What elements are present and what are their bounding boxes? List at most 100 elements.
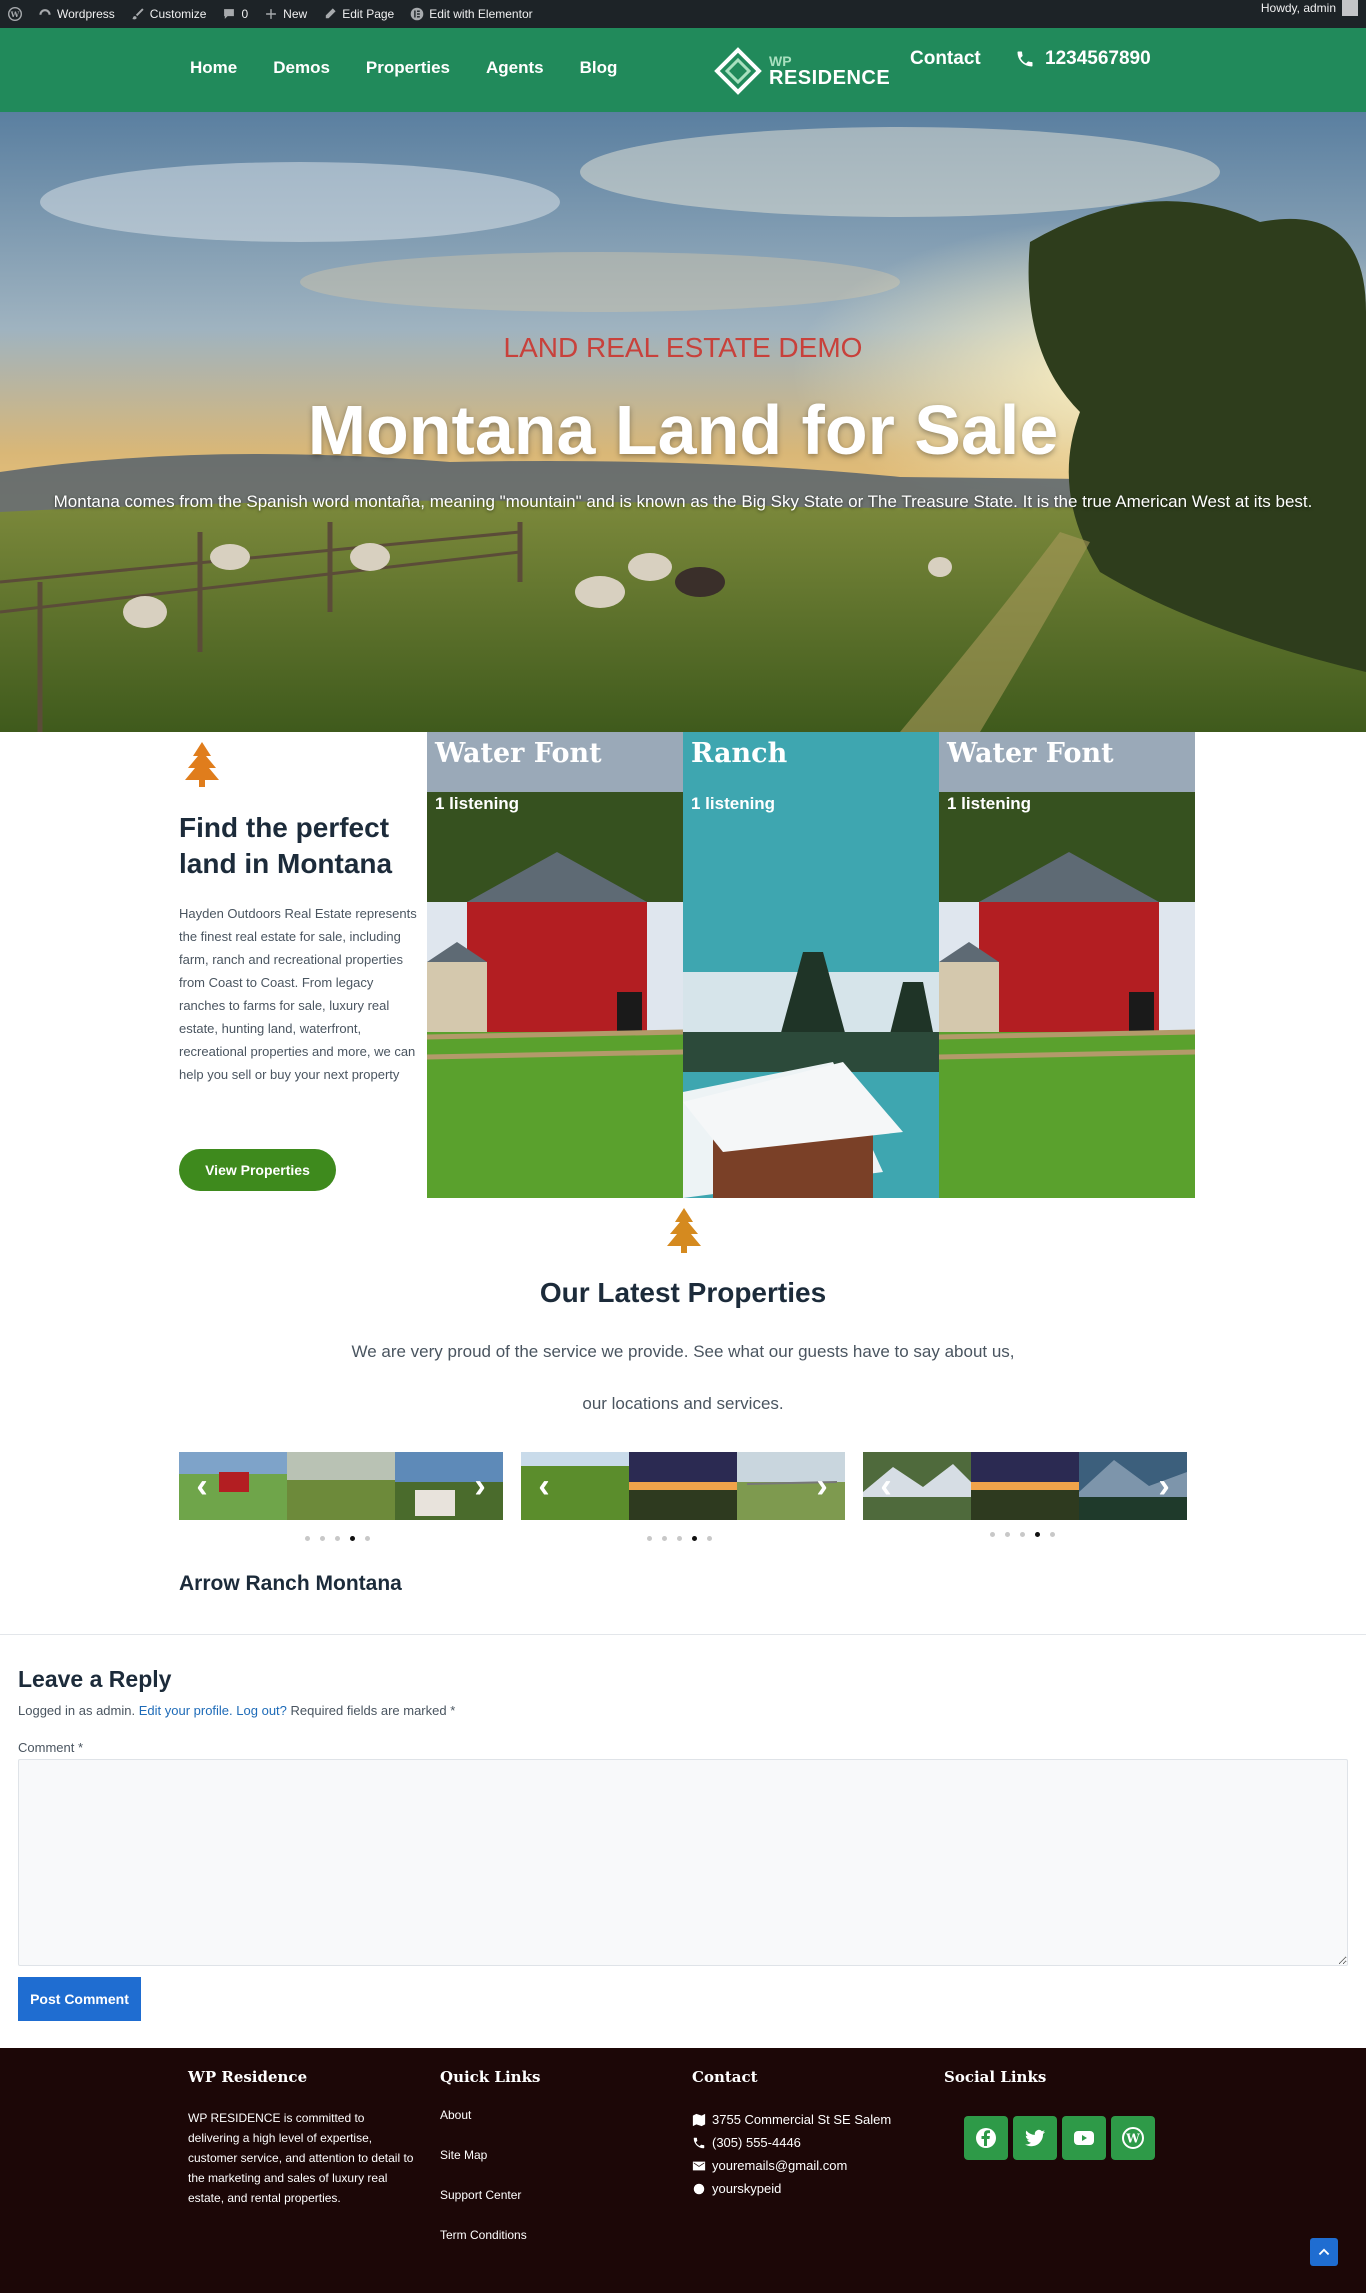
slider-dot[interactable] <box>647 1536 652 1541</box>
slider-dot[interactable] <box>677 1536 682 1541</box>
property-image-slider[interactable]: ‹ › <box>179 1452 503 1520</box>
footer-links-title: Quick Links <box>440 2068 541 2086</box>
logo-diamond-icon <box>714 47 762 95</box>
skype-icon <box>693 2183 705 2194</box>
plus-icon <box>266 9 277 19</box>
slider-next-arrow[interactable]: › <box>807 1466 837 1506</box>
property-image-slider[interactable]: ‹ › <box>521 1452 845 1520</box>
footer-address: 3755 Commercial St SE Salem <box>692 2108 891 2131</box>
logo-wp: WP <box>769 53 792 69</box>
header-contact-link[interactable]: Contact <box>910 48 981 70</box>
property-sliders: ‹ › ‹ › ‹ › <box>179 1452 1187 1522</box>
logged-in-info: Logged in as admin. Edit your profile. L… <box>18 1703 456 1718</box>
admin-elementor-link[interactable]: Edit with Elementor <box>402 0 540 28</box>
youtube-link[interactable] <box>1062 2116 1106 2160</box>
tree-icon <box>185 742 219 787</box>
slider-dot[interactable] <box>990 1532 995 1537</box>
slider-dot[interactable] <box>365 1536 370 1541</box>
property-image-slider[interactable]: ‹ › <box>863 1452 1187 1520</box>
slider-dots <box>990 1532 1055 1537</box>
property-name[interactable]: Arrow Ranch Montana <box>179 1572 402 1596</box>
header-phone-number: 1234567890 <box>1045 48 1151 69</box>
facebook-icon <box>976 2128 996 2148</box>
slider-dot[interactable] <box>662 1536 667 1541</box>
slider-dot-active[interactable] <box>1035 1532 1040 1537</box>
admin-edit-page-link[interactable]: Edit Page <box>315 0 402 28</box>
footer-about-title: WP Residence <box>188 2068 308 2086</box>
phone-icon <box>1017 51 1033 67</box>
post-comment-button[interactable]: Post Comment <box>18 1977 141 2021</box>
slider-dot-active[interactable] <box>692 1536 697 1541</box>
twitter-icon <box>1025 2129 1045 2147</box>
footer-skype[interactable]: yourskypeid <box>692 2177 891 2200</box>
social-links: W <box>964 2116 1155 2160</box>
category-cards: Water Font 1 listening Ranch 1 listening <box>427 732 1196 1198</box>
slider-dots <box>647 1536 712 1541</box>
comment-icon <box>224 9 235 19</box>
wordpress-link[interactable]: W <box>1111 2116 1155 2160</box>
elementor-icon <box>410 7 424 21</box>
site-logo[interactable]: WP RESIDENCE <box>713 46 890 96</box>
hero-banner: LAND REAL ESTATE DEMO Montana Land for S… <box>0 112 1366 732</box>
slider-dot[interactable] <box>1050 1532 1055 1537</box>
slider-dot[interactable] <box>320 1536 325 1541</box>
scroll-to-top-button[interactable] <box>1310 2238 1338 2266</box>
admin-bar: W Wordpress Customize 0 New Edit Page Ed… <box>0 0 1366 28</box>
slider-dot-active[interactable] <box>350 1536 355 1541</box>
footer-email[interactable]: youremails@gmail.com <box>692 2154 891 2177</box>
edit-profile-link[interactable]: Edit your profile. <box>139 1703 233 1718</box>
footer-link-about[interactable]: About <box>440 2108 540 2122</box>
footer-phone[interactable]: (305) 555-4446 <box>692 2131 891 2154</box>
main-nav: Home Demos Properties Agents Blog <box>190 58 617 78</box>
slider-dot[interactable] <box>305 1536 310 1541</box>
find-land-title: Find the perfect land in Montana <box>179 812 393 879</box>
nav-demos[interactable]: Demos <box>273 58 330 78</box>
slider-next-arrow[interactable]: › <box>1149 1466 1179 1506</box>
section-divider <box>0 1634 1366 1635</box>
nav-blog[interactable]: Blog <box>580 58 618 78</box>
nav-properties[interactable]: Properties <box>366 58 450 78</box>
wordpress-logo-icon[interactable]: W <box>0 0 30 28</box>
svg-text:W: W <box>10 10 20 19</box>
footer-quick-links: Quick Links About Site Map Support Cente… <box>440 2068 540 2268</box>
footer-link-support[interactable]: Support Center <box>440 2188 540 2202</box>
slider-prev-arrow[interactable]: ‹ <box>871 1466 901 1506</box>
dashboard-icon <box>39 9 51 15</box>
card-title: Water Font <box>435 738 602 769</box>
category-card[interactable]: Ranch 1 listening <box>683 732 939 1198</box>
email-icon <box>692 2161 706 2170</box>
slider-dot[interactable] <box>1020 1532 1025 1537</box>
comment-textarea[interactable] <box>18 1759 1348 1966</box>
admin-new-link[interactable]: New <box>256 0 315 28</box>
logout-link[interactable]: Log out? <box>236 1703 287 1718</box>
nav-home[interactable]: Home <box>190 58 237 78</box>
view-properties-button[interactable]: View Properties <box>179 1149 336 1191</box>
footer-link-terms[interactable]: Term Conditions <box>440 2228 540 2242</box>
hero-title: Montana Land for Sale <box>307 391 1059 469</box>
slide-image <box>971 1452 1079 1520</box>
twitter-link[interactable] <box>1013 2116 1057 2160</box>
admin-avatar <box>1342 0 1358 16</box>
slider-dot[interactable] <box>1005 1532 1010 1537</box>
admin-site-link[interactable]: Wordpress <box>30 0 123 28</box>
header-phone-link[interactable]: 1234567890 <box>1015 48 1151 70</box>
admin-comments-link[interactable]: 0 <box>214 0 256 28</box>
footer-social-title: Social Links <box>944 2068 1047 2086</box>
slide-image <box>287 1452 395 1520</box>
slider-prev-arrow[interactable]: ‹ <box>529 1466 559 1506</box>
admin-customize-link[interactable]: Customize <box>123 0 215 28</box>
footer-contact-title: Contact <box>692 2068 758 2086</box>
slider-dot[interactable] <box>707 1536 712 1541</box>
slider-dot[interactable] <box>335 1536 340 1541</box>
nav-agents[interactable]: Agents <box>486 58 544 78</box>
admin-site-name: Wordpress <box>57 7 115 21</box>
slider-prev-arrow[interactable]: ‹ <box>187 1466 217 1506</box>
facebook-link[interactable] <box>964 2116 1008 2160</box>
card-title: Ranch <box>691 738 788 769</box>
category-card[interactable]: Water Font 1 listening <box>427 732 683 1198</box>
latest-properties-subtitle: We are very proud of the service we prov… <box>351 1342 1015 1413</box>
admin-account[interactable]: Howdy, admin <box>1261 0 1358 16</box>
footer-link-sitemap[interactable]: Site Map <box>440 2148 540 2162</box>
slider-next-arrow[interactable]: › <box>465 1466 495 1506</box>
category-card[interactable]: Water Font 1 listening <box>939 732 1195 1198</box>
